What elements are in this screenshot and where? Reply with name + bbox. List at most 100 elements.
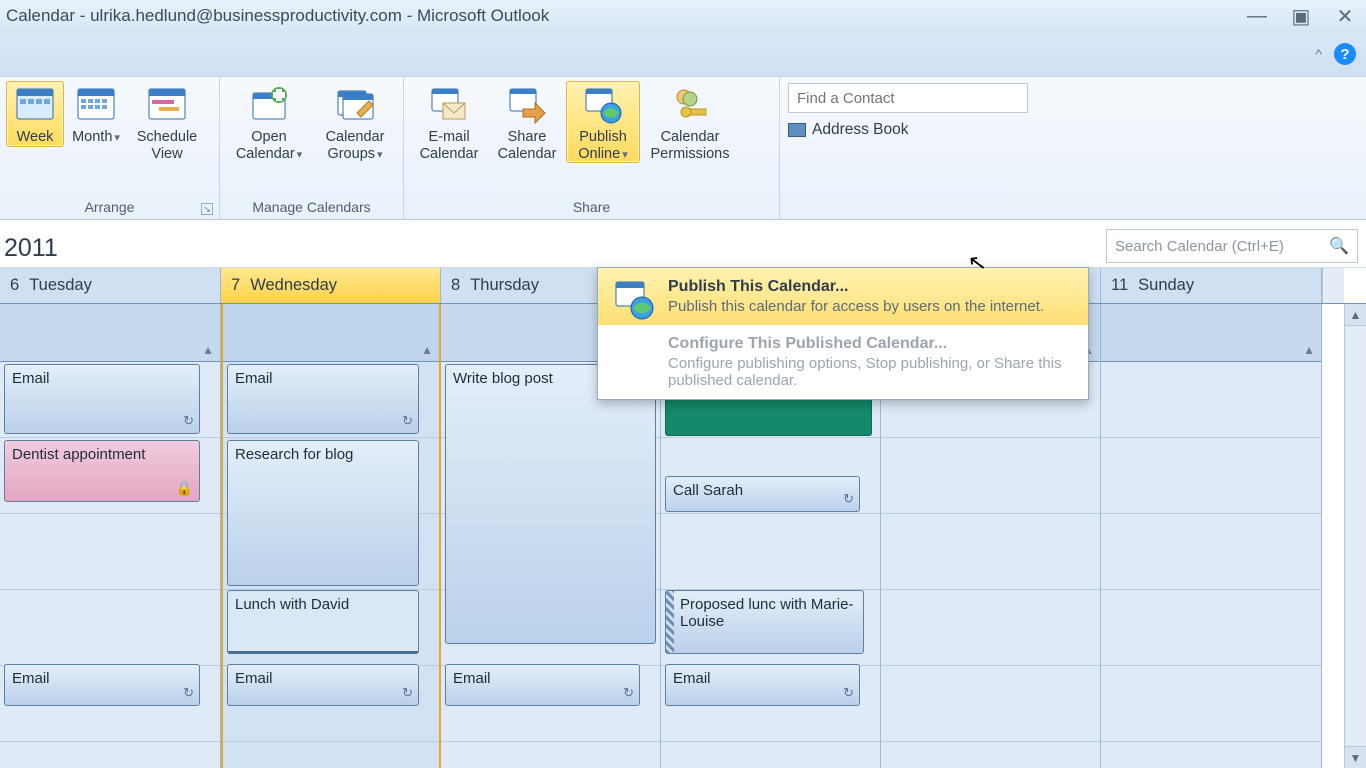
configure-published-calendar-item: Configure This Published Calendar... Con… <box>598 325 1088 399</box>
publish-menu-title: Publish This Calendar... <box>668 278 1074 296</box>
find-group: Address Book <box>780 77 1366 219</box>
recurring-icon: ↻ <box>843 685 854 701</box>
recurring-icon: ↻ <box>183 685 194 701</box>
expand-icon[interactable]: ▲ <box>202 343 214 357</box>
open-calendar-button[interactable]: Open Calendar▾ <box>226 81 312 163</box>
search-placeholder-text: Search Calendar (Ctrl+E) <box>1115 238 1284 255</box>
dialog-launcher-icon[interactable]: ↘ <box>201 203 213 215</box>
manage-group-label: Manage Calendars <box>220 195 403 219</box>
schedule-view-icon <box>147 85 187 125</box>
calendar-week-icon <box>15 85 55 125</box>
column-wednesday[interactable]: ▲ Email↻ Research for blog Lunch with Da… <box>221 304 441 768</box>
publish-this-calendar-item[interactable]: Publish This Calendar... Publish this ca… <box>598 268 1088 325</box>
window-title: Calendar - ulrika.hedlund@businessproduc… <box>6 6 1246 26</box>
lock-icon: 🔒 <box>176 480 193 497</box>
share-calendar-label: Share Calendar <box>498 129 557 162</box>
vertical-scrollbar[interactable]: ▲ ▼ <box>1344 304 1366 768</box>
event-research[interactable]: Research for blog <box>227 440 419 586</box>
week-label: Week <box>17 129 54 146</box>
address-book-button[interactable]: Address Book <box>788 121 1358 139</box>
day-header-sunday[interactable]: 11Sunday <box>1101 268 1322 303</box>
dropdown-icon: ▾ <box>114 132 120 145</box>
event-email[interactable]: Email↻ <box>445 664 640 706</box>
calendar-mail-icon <box>429 85 469 125</box>
configure-menu-title: Configure This Published Calendar... <box>668 335 1074 353</box>
window-buttons: — ▣ ✕ <box>1246 7 1360 25</box>
recurring-icon: ↻ <box>402 413 413 429</box>
minimize-button[interactable]: — <box>1246 7 1268 25</box>
title-bar: Calendar - ulrika.hedlund@businessproduc… <box>0 0 1366 32</box>
calendar-month-icon <box>76 85 116 125</box>
day-header-wednesday[interactable]: 7Wednesday <box>221 268 441 303</box>
schedule-view-label: Schedule View <box>137 129 197 162</box>
email-calendar-label: E-mail Calendar <box>420 129 479 162</box>
allday-area[interactable]: ▲ <box>0 304 220 362</box>
calendar-globe-icon <box>583 85 623 125</box>
month-button[interactable]: Month▾ <box>64 81 128 147</box>
dropdown-icon: ▾ <box>297 149 303 162</box>
publish-menu-desc: Publish this calendar for access by user… <box>668 298 1074 315</box>
expand-icon[interactable]: ▲ <box>421 343 433 357</box>
search-icon: 🔍 <box>1329 236 1349 256</box>
recurring-icon: ↻ <box>183 413 194 429</box>
scroll-up-icon[interactable]: ▲ <box>1345 304 1366 326</box>
scroll-down-icon[interactable]: ▼ <box>1345 746 1366 768</box>
arrange-group-label: Arrange ↘ <box>0 195 219 219</box>
event-email[interactable]: Email↻ <box>227 664 419 706</box>
event-call[interactable]: Call Sarah↻ <box>665 476 860 512</box>
date-navigation-bar: 2011 Search Calendar (Ctrl+E) 🔍 <box>0 220 1366 268</box>
mouse-cursor-icon: ↖ <box>966 249 988 277</box>
calendar-pencil-icon <box>335 85 375 125</box>
column-sunday[interactable]: ▲ <box>1101 304 1322 768</box>
maximize-button[interactable]: ▣ <box>1290 7 1312 25</box>
find-contact-input[interactable] <box>788 83 1028 113</box>
column-tuesday[interactable]: ▲ Email↻ Dentist appointment🔒 Email↻ <box>0 304 221 768</box>
event-email[interactable]: Email↻ <box>227 364 419 434</box>
event-proposed-lunch[interactable]: Proposed lunc with Marie-Louise <box>665 590 864 654</box>
recurring-icon: ↻ <box>402 685 413 701</box>
configure-menu-desc: Configure publishing options, Stop publi… <box>668 355 1074 389</box>
publish-online-button[interactable]: Publish Online▾ <box>566 81 640 163</box>
share-group-label: Share <box>404 195 779 219</box>
quick-access-toolbar: ^ ? <box>0 32 1366 76</box>
search-calendar-input[interactable]: Search Calendar (Ctrl+E) 🔍 <box>1106 229 1358 263</box>
week-button[interactable]: Week <box>6 81 64 147</box>
help-button[interactable]: ? <box>1334 43 1356 65</box>
expand-icon[interactable]: ▲ <box>1303 343 1315 357</box>
day-header-tuesday[interactable]: 6Tuesday <box>0 268 221 303</box>
date-heading: 2011 <box>4 234 1106 263</box>
calendar-globe-icon <box>612 278 656 322</box>
close-button[interactable]: ✕ <box>1334 7 1356 25</box>
scrollbar-header-spacer <box>1322 268 1344 303</box>
dropdown-icon: ▾ <box>622 149 628 162</box>
event-blog[interactable]: Write blog post <box>445 364 656 644</box>
address-book-label: Address Book <box>812 121 909 139</box>
event-dentist[interactable]: Dentist appointment🔒 <box>4 440 200 502</box>
recurring-icon: ↻ <box>623 685 634 701</box>
month-label: Month▾ <box>72 129 120 146</box>
recurring-icon: ↻ <box>843 491 854 507</box>
publish-online-label: Publish Online▾ <box>578 129 627 162</box>
calendar-share-icon <box>507 85 547 125</box>
schedule-view-button[interactable]: Schedule View <box>128 81 206 163</box>
open-calendar-label: Open Calendar▾ <box>236 129 302 162</box>
allday-area[interactable]: ▲ <box>1101 304 1321 362</box>
dropdown-icon: ▾ <box>377 149 383 162</box>
calendar-permissions-button[interactable]: Calendar Permissions <box>640 81 740 163</box>
book-icon <box>788 123 806 137</box>
allday-area[interactable]: ▲ <box>223 304 439 362</box>
email-calendar-button[interactable]: E-mail Calendar <box>410 81 488 163</box>
ribbon-collapse-icon[interactable]: ^ <box>1315 46 1322 62</box>
calendar-groups-label: Calendar Groups▾ <box>326 129 385 162</box>
event-email[interactable]: Email↻ <box>4 664 200 706</box>
calendar-groups-button[interactable]: Calendar Groups▾ <box>312 81 398 163</box>
share-calendar-button[interactable]: Share Calendar <box>488 81 566 163</box>
event-email[interactable]: Email↻ <box>665 664 860 706</box>
calendar-plus-icon <box>249 85 289 125</box>
calendar-key-icon <box>670 85 710 125</box>
ribbon: Week Month▾ Schedule View Arrange ↘ Open… <box>0 76 1366 220</box>
calendar-permissions-label: Calendar Permissions <box>651 129 730 162</box>
event-email[interactable]: Email↻ <box>4 364 200 434</box>
event-lunch[interactable]: Lunch with David <box>227 590 419 654</box>
publish-online-menu: Publish This Calendar... Publish this ca… <box>597 267 1089 400</box>
